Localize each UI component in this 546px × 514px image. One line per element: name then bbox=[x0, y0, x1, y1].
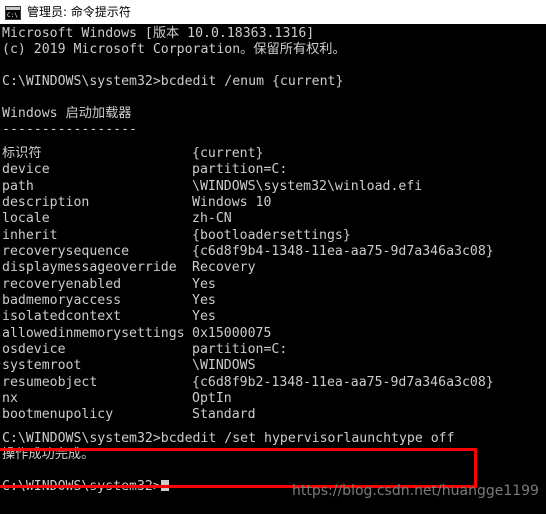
highlighted-result-line: 操作成功完成。 bbox=[2, 447, 95, 462]
property-value: \WINDOWS\system32\winload.efi bbox=[192, 179, 423, 194]
final-prompt-line[interactable]: C:\WINDOWS\system32> bbox=[2, 479, 169, 495]
property-value: Windows 10 bbox=[192, 195, 272, 210]
console-line-section-title: Windows 启动加载器 bbox=[2, 106, 132, 121]
property-value: {bootloadersettings} bbox=[192, 228, 351, 243]
property-key: badmemoryaccess bbox=[2, 293, 122, 308]
property-row: systemroot \WINDOWS bbox=[2, 358, 256, 374]
property-value: 0x15000075 bbox=[192, 326, 272, 341]
property-key: locale bbox=[2, 211, 50, 226]
property-row: bootmenupolicy Standard bbox=[2, 407, 256, 423]
watermark-url: https://blog.csdn.net/huangge1199 bbox=[292, 483, 539, 499]
property-key: resumeobject bbox=[2, 375, 98, 390]
property-row: allowedinmemorysettings 0x15000075 bbox=[2, 326, 271, 342]
console-line-copyright: (c) 2019 Microsoft Corporation。保留所有权利。 bbox=[2, 42, 346, 57]
property-value: {c6d8f9b2-1348-11ea-aa75-9d7a346a3c08} bbox=[192, 375, 494, 390]
property-value: Recovery bbox=[192, 260, 256, 275]
property-row: resumeobject {c6d8f9b2-1348-11ea-aa75-9d7… bbox=[2, 375, 494, 391]
property-row: 标识符 {current} bbox=[2, 146, 263, 162]
property-row: inherit {bootloadersettings} bbox=[2, 228, 351, 244]
property-key: description bbox=[2, 195, 90, 210]
property-key: isolatedcontext bbox=[2, 309, 122, 324]
text-cursor bbox=[160, 480, 169, 491]
property-value: partition=C: bbox=[192, 162, 288, 177]
property-key: path bbox=[2, 179, 34, 194]
property-value: zh-CN bbox=[192, 211, 232, 226]
property-key: systemroot bbox=[2, 358, 82, 373]
property-key: displaymessageoverride bbox=[2, 260, 177, 275]
svg-text:C:\: C:\ bbox=[7, 12, 18, 19]
property-row: displaymessageoverride Recovery bbox=[2, 260, 256, 276]
property-row: badmemoryaccess Yes bbox=[2, 293, 216, 309]
property-value: Yes bbox=[192, 293, 216, 308]
property-value: Yes bbox=[192, 309, 216, 324]
highlighted-command-line: C:\WINDOWS\system32>bcdedit /set hypervi… bbox=[2, 431, 455, 446]
property-row: description Windows 10 bbox=[2, 195, 271, 211]
property-row: recoverysequence {c6d8f9b4-1348-11ea-aa75… bbox=[2, 244, 494, 260]
property-value: Yes bbox=[192, 277, 216, 292]
property-row: nx OptIn bbox=[2, 391, 232, 407]
console-line-enum-command: C:\WINDOWS\system32>bcdedit /enum {curre… bbox=[2, 74, 344, 89]
property-key: inherit bbox=[2, 228, 58, 243]
prompt-text: C:\WINDOWS\system32> bbox=[2, 479, 161, 494]
window-title: 管理员: 命令提示符 bbox=[27, 5, 131, 19]
property-value: Standard bbox=[192, 407, 256, 422]
property-row: isolatedcontext Yes bbox=[2, 309, 216, 325]
property-key: recoverysequence bbox=[2, 244, 130, 259]
property-key: allowedinmemorysettings bbox=[2, 326, 185, 341]
property-row: osdevice partition=C: bbox=[2, 342, 287, 358]
property-row: path \WINDOWS\system32\winload.efi bbox=[2, 179, 422, 195]
cmd-icon: C:\ bbox=[5, 5, 21, 20]
console-line-separator: ----------------- bbox=[2, 122, 137, 137]
property-value: OptIn bbox=[192, 391, 232, 406]
property-row: device partition=C: bbox=[2, 162, 287, 178]
title-bar[interactable]: C:\ 管理员: 命令提示符 bbox=[0, 0, 546, 24]
console-line-version: Microsoft Windows [版本 10.0.18363.1316] bbox=[2, 26, 315, 41]
command-prompt-window: C:\ 管理员: 命令提示符 Microsoft Windows [版本 10.… bbox=[0, 0, 546, 514]
property-key: recoveryenabled bbox=[2, 277, 122, 292]
property-key: device bbox=[2, 162, 50, 177]
property-key: 标识符 bbox=[2, 146, 42, 161]
property-value: {c6d8f9b4-1348-11ea-aa75-9d7a346a3c08} bbox=[192, 244, 494, 259]
property-key: osdevice bbox=[2, 342, 66, 357]
property-key: nx bbox=[2, 391, 18, 406]
property-row: recoveryenabled Yes bbox=[2, 277, 216, 293]
property-value: \WINDOWS bbox=[192, 358, 256, 373]
console-output-area[interactable]: Microsoft Windows [版本 10.0.18363.1316] (… bbox=[0, 24, 546, 514]
property-key: bootmenupolicy bbox=[2, 407, 114, 422]
property-value: partition=C: bbox=[192, 342, 288, 357]
property-value: {current} bbox=[192, 146, 264, 161]
property-row: locale zh-CN bbox=[2, 211, 232, 227]
